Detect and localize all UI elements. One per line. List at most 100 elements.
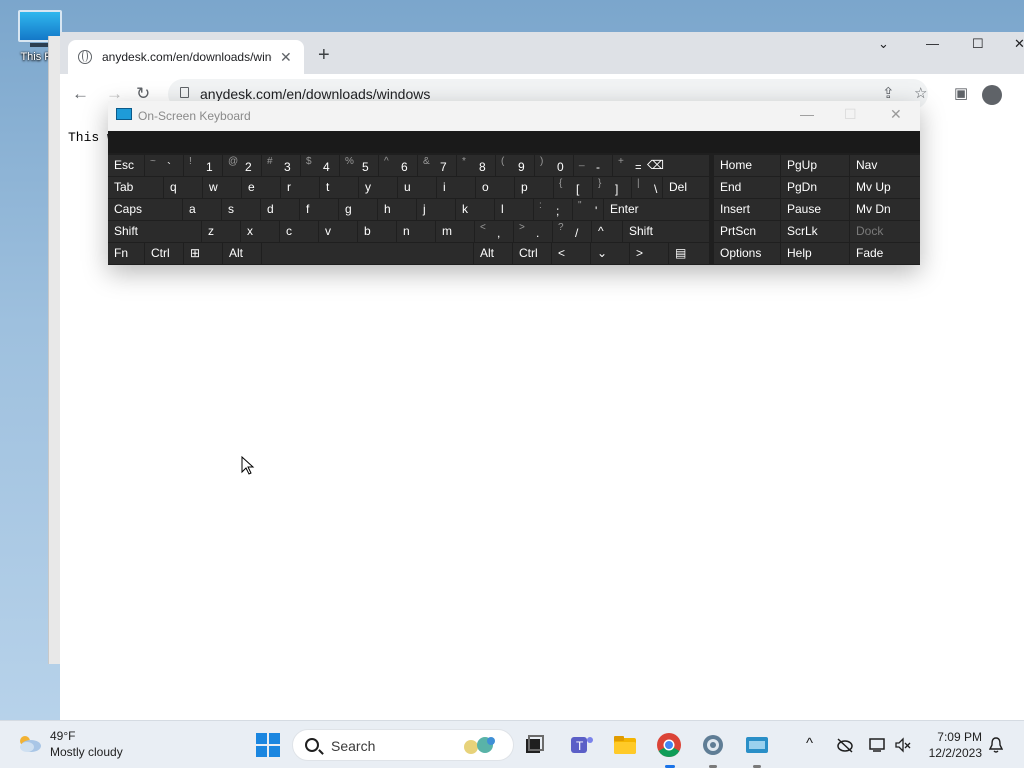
key-mv-dn[interactable]: Mv Dn (850, 199, 920, 220)
key-h[interactable]: h (378, 199, 416, 220)
key-q[interactable]: q (164, 177, 202, 198)
key-k[interactable]: k (456, 199, 494, 220)
key-sym[interactable]: :; (534, 199, 572, 220)
key-sym[interactable]: {[ (554, 177, 592, 198)
osk-minimize-button[interactable]: — (800, 106, 814, 122)
weather-cloudy-icon[interactable] (16, 733, 42, 753)
key-o[interactable]: o (476, 177, 514, 198)
key-end[interactable]: End (714, 177, 780, 198)
key-v[interactable]: v (319, 221, 357, 242)
space-key[interactable] (262, 243, 473, 264)
key-n[interactable]: n (397, 221, 435, 242)
key-sym[interactable]: ~ ` (145, 155, 183, 176)
key-z[interactable]: z (202, 221, 240, 242)
key-sym[interactable]: ⌫ (641, 155, 709, 176)
osk-title-bar[interactable]: On-Screen Keyboard — ☐ ✕ (108, 101, 920, 131)
key-2[interactable]: @2 (223, 155, 261, 176)
key-p[interactable]: p (515, 177, 553, 198)
key-prtscn[interactable]: PrtScn (714, 221, 780, 242)
key-alt[interactable]: Alt (474, 243, 512, 264)
key-caps[interactable]: Caps (108, 199, 182, 220)
share-icon[interactable]: ⇪ (882, 84, 895, 102)
key-pgup[interactable]: PgUp (781, 155, 849, 176)
key-s[interactable]: s (222, 199, 260, 220)
key-1[interactable]: ! 1 (184, 155, 222, 176)
teams-icon[interactable]: T (568, 731, 596, 759)
key-scrlk[interactable]: ScrLk (781, 221, 849, 242)
key-m[interactable]: m (436, 221, 474, 242)
key-alt[interactable]: Alt (223, 243, 261, 264)
key-help[interactable]: Help (781, 243, 849, 264)
key-i[interactable]: i (437, 177, 475, 198)
profile-avatar-icon[interactable] (982, 85, 1002, 105)
key-sym[interactable]: ⌄ (591, 243, 629, 264)
key-options[interactable]: Options (714, 243, 780, 264)
key-home[interactable]: Home (714, 155, 780, 176)
network-icon[interactable] (868, 737, 886, 753)
key-l[interactable]: l (495, 199, 533, 220)
bookmark-star-icon[interactable]: ☆ (914, 84, 927, 102)
key-fade[interactable]: Fade (850, 243, 920, 264)
key-pgdn[interactable]: PgDn (781, 177, 849, 198)
key-r[interactable]: r (281, 177, 319, 198)
browser-tab[interactable]: anydesk.com/en/downloads/windows ✕ (68, 40, 304, 74)
new-tab-button[interactable]: + (318, 44, 330, 67)
back-button[interactable]: ← (72, 84, 89, 104)
key-sym[interactable]: ^ (592, 221, 622, 242)
key-dock[interactable]: Dock (850, 221, 920, 242)
key-fn[interactable]: Fn (108, 243, 144, 264)
key-enter[interactable]: Enter (604, 199, 709, 220)
volume-muted-icon[interactable] (894, 737, 912, 753)
key-0[interactable]: ) 0 (535, 155, 573, 176)
key-pause[interactable]: Pause (781, 199, 849, 220)
onedrive-icon[interactable] (836, 737, 854, 753)
key-sym[interactable]: " ' (573, 199, 603, 220)
key-sym[interactable]: }] (593, 177, 631, 198)
key-sym[interactable]: > (630, 243, 668, 264)
key-4[interactable]: $4 (301, 155, 339, 176)
address-bar-url[interactable]: anydesk.com/en/downloads/windows (200, 86, 430, 102)
key-x[interactable]: x (241, 221, 279, 242)
key-insert[interactable]: Insert (714, 199, 780, 220)
on-screen-keyboard-taskbar-icon[interactable] (743, 731, 771, 759)
maximize-button[interactable]: ☐ (972, 36, 984, 52)
side-panel-icon[interactable]: ▣ (954, 84, 968, 102)
key-sym[interactable]: <, (475, 221, 513, 242)
weather-temperature[interactable]: 49°F (50, 729, 75, 743)
key-shift[interactable]: Shift (623, 221, 709, 242)
key-mv-up[interactable]: Mv Up (850, 177, 920, 198)
chrome-icon[interactable] (655, 731, 683, 759)
key-sym[interactable]: ⊞ (184, 243, 222, 264)
key-sym[interactable]: _ - (574, 155, 612, 176)
key-6[interactable]: ^ 6 (379, 155, 417, 176)
key-u[interactable]: u (398, 177, 436, 198)
key-3[interactable]: #3 (262, 155, 300, 176)
key-ctrl[interactable]: Ctrl (145, 243, 183, 264)
tray-overflow-chevron-icon[interactable]: ^ (806, 735, 813, 752)
key-shift[interactable]: Shift (108, 221, 201, 242)
key-sym[interactable]: ? / (553, 221, 591, 242)
key-8[interactable]: * 8 (457, 155, 495, 176)
key-sym[interactable]: | \ (632, 177, 662, 198)
key-g[interactable]: g (339, 199, 377, 220)
notification-bell-icon[interactable] (989, 736, 1003, 754)
close-window-button[interactable]: ✕ (1014, 36, 1024, 52)
clock-date[interactable]: 12/2/2023 (922, 746, 982, 760)
key-f[interactable]: f (300, 199, 338, 220)
key-nav[interactable]: Nav (850, 155, 920, 176)
tab-close-icon[interactable]: ✕ (280, 49, 292, 66)
taskbar-search[interactable]: Search (292, 729, 514, 761)
key-esc[interactable]: Esc (108, 155, 144, 176)
key-a[interactable]: a (183, 199, 221, 220)
start-button[interactable] (256, 733, 280, 757)
key-tab[interactable]: Tab (108, 177, 163, 198)
minimize-button[interactable]: — (926, 36, 939, 51)
key-sym[interactable]: < (552, 243, 590, 264)
key-9[interactable]: (9 (496, 155, 534, 176)
key-b[interactable]: b (358, 221, 396, 242)
key-7[interactable]: & 7 (418, 155, 456, 176)
key-j[interactable]: j (417, 199, 455, 220)
settings-gear-icon[interactable] (699, 731, 727, 759)
key-w[interactable]: w (203, 177, 241, 198)
tab-search-icon[interactable]: ⌄ (878, 36, 889, 52)
